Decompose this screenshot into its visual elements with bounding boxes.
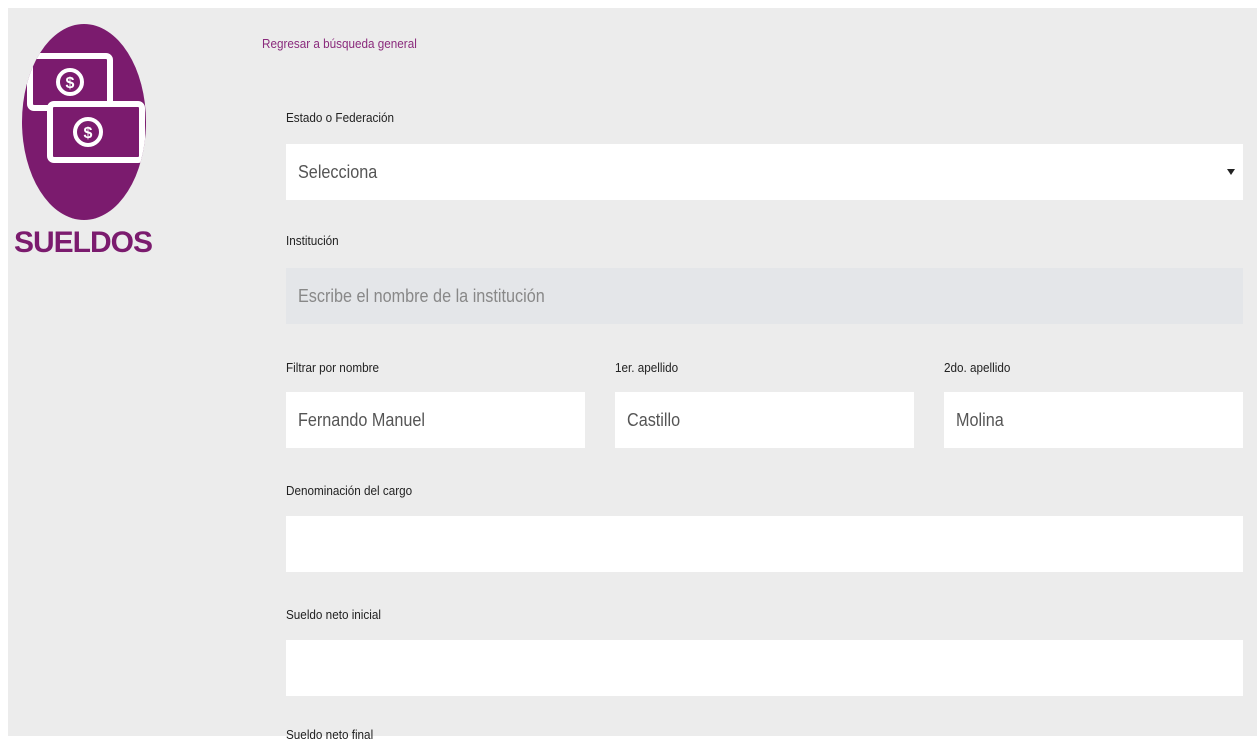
svg-text:$: $ <box>84 125 93 142</box>
cargo-label: Denominación del cargo <box>286 483 413 498</box>
apellido1-value: Castillo <box>627 409 681 430</box>
estado-select-value: Selecciona <box>298 161 378 182</box>
nombre-input[interactable]: Fernando Manuel <box>286 392 585 448</box>
cargo-input[interactable] <box>286 516 1243 572</box>
svg-text:$: $ <box>66 75 75 92</box>
estado-label: Estado o Federación <box>286 110 394 125</box>
money-bills-icon: $ $ <box>22 24 146 220</box>
institucion-label: Institución <box>286 233 339 248</box>
apellido2-label: 2do. apellido <box>944 360 1011 375</box>
estado-select[interactable]: Selecciona <box>286 144 1243 200</box>
institucion-placeholder: Escribe el nombre de la institución <box>298 285 545 306</box>
chevron-down-icon <box>1227 169 1235 175</box>
nombre-label: Filtrar por nombre <box>286 360 379 375</box>
back-to-search-link[interactable]: Regresar a búsqueda general <box>262 36 417 51</box>
institucion-input[interactable]: Escribe el nombre de la institución <box>286 268 1243 324</box>
sueldo-inicial-label: Sueldo neto inicial <box>286 607 381 622</box>
sueldo-inicial-input[interactable] <box>286 640 1243 696</box>
nombre-value: Fernando Manuel <box>298 409 425 430</box>
apellido2-value: Molina <box>956 409 1004 430</box>
apellido1-label: 1er. apellido <box>615 360 679 375</box>
sueldo-final-label: Sueldo neto final <box>286 727 374 742</box>
apellido1-input[interactable]: Castillo <box>615 392 914 448</box>
section-title: SUELDOS <box>13 226 153 259</box>
apellido2-input[interactable]: Molina <box>944 392 1243 448</box>
